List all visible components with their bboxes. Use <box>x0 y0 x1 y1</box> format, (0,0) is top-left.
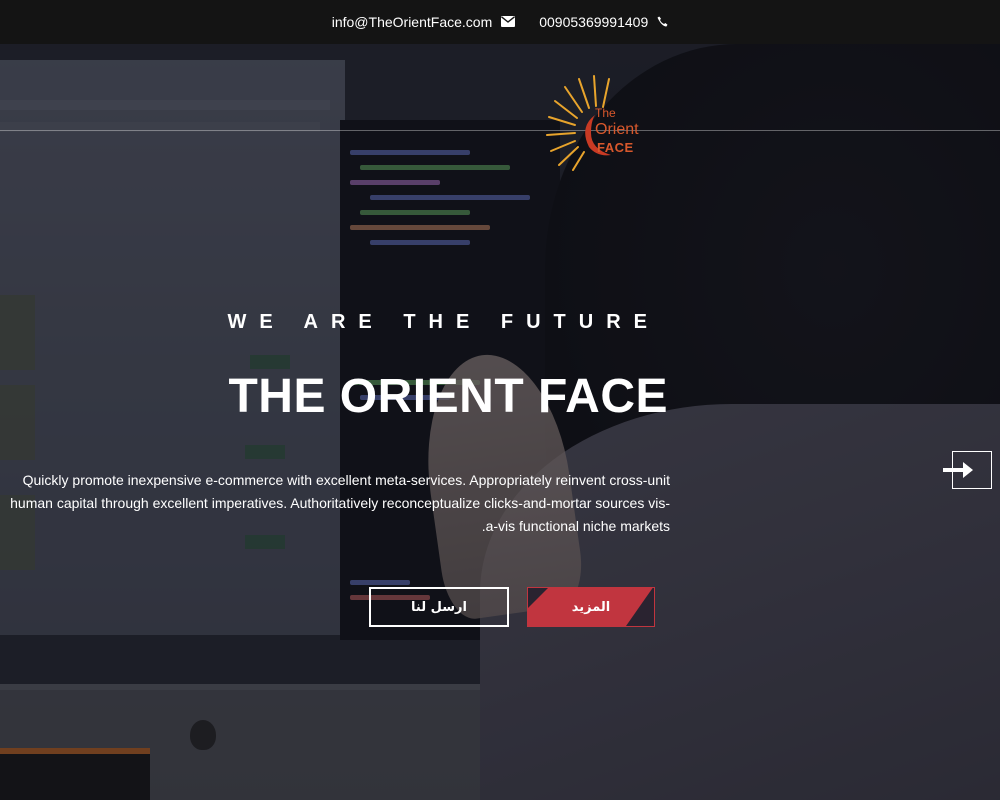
site-logo[interactable]: The Orient FACE <box>545 75 660 171</box>
arrow-right-icon <box>943 462 973 478</box>
phone-text[interactable]: 00905369991409 <box>539 14 648 30</box>
contact-us-label: ارسل لنا <box>411 599 467 615</box>
button-corner-decoration <box>528 588 548 608</box>
email-text[interactable]: info@TheOrientFace.com <box>332 14 493 30</box>
contact-us-button[interactable]: ارسل لنا <box>369 587 509 627</box>
header-divider <box>0 130 1000 131</box>
logo-text-orient: Orient <box>595 121 639 138</box>
read-more-button[interactable]: المزيد <box>527 587 655 627</box>
hero-tagline: WE ARE THE FUTURE <box>227 311 660 333</box>
phone-contact[interactable]: 00905369991409 <box>539 14 668 30</box>
hero-description: Quickly promote inexpensive e-commerce w… <box>10 472 670 534</box>
slider-next-button[interactable] <box>943 451 992 489</box>
top-contact-bar: info@TheOrientFace.com 00905369991409 <box>0 0 1000 44</box>
button-corner-decoration <box>626 588 654 626</box>
email-contact[interactable]: info@TheOrientFace.com <box>332 14 516 30</box>
logo-text-face: FACE <box>597 140 634 155</box>
read-more-label: المزيد <box>571 599 611 615</box>
envelope-icon <box>501 14 516 30</box>
logo-text-the: The <box>595 106 616 120</box>
hero-section: The Orient FACE WE ARE THE FUTURE THE OR… <box>0 44 1000 800</box>
phone-icon <box>657 14 668 30</box>
hero-title: THE ORIENT FACE <box>228 370 668 423</box>
